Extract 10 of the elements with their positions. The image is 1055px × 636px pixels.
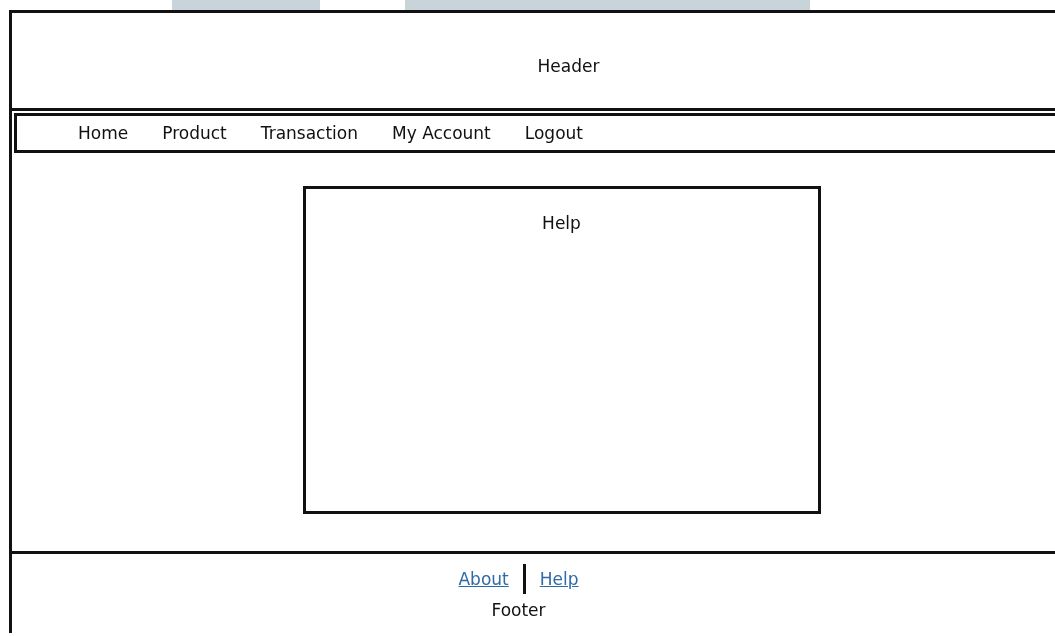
nav-link[interactable]: Home xyxy=(78,123,129,143)
nav-link[interactable]: Logout xyxy=(524,123,583,143)
nav-link[interactable]: Transaction xyxy=(260,123,358,143)
footer-link[interactable]: About xyxy=(458,569,509,589)
panel-title: Help xyxy=(542,213,581,235)
header-title: Header xyxy=(536,55,600,76)
footer-text: Footer xyxy=(491,600,546,620)
footer-link[interactable]: Help xyxy=(539,569,579,589)
nav-link[interactable]: Product xyxy=(162,123,227,143)
nav-link[interactable]: My Account xyxy=(392,123,491,143)
